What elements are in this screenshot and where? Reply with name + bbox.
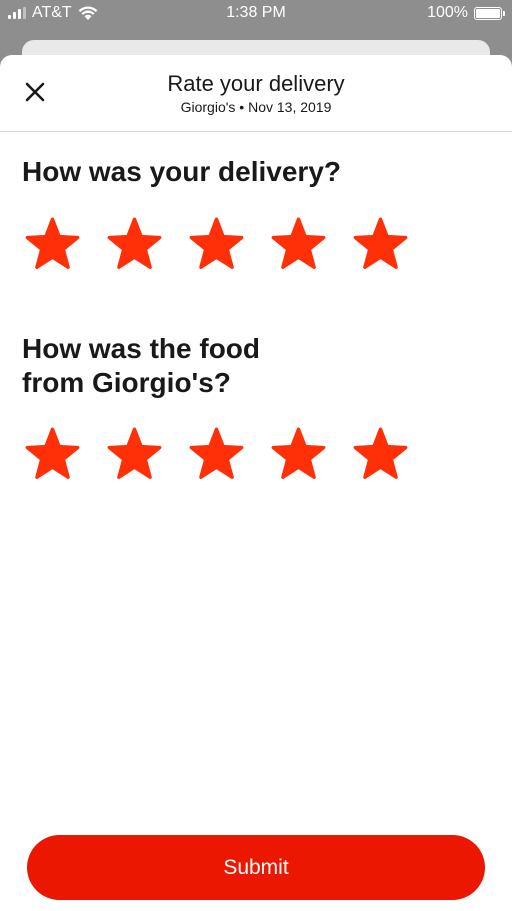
page-subtitle: Giorgio's • Nov 13, 2019 <box>180 99 332 115</box>
battery-percent: 100% <box>427 4 468 21</box>
star-icon[interactable] <box>106 217 163 269</box>
star-icon[interactable] <box>270 427 327 479</box>
delivery-question: How was your delivery? <box>22 156 341 187</box>
status-bar: AT&T 1:38 PM 100% <box>0 0 512 30</box>
food-question: How was the food from Giorgio's? <box>22 333 260 398</box>
rating-sheet: Rate your delivery Giorgio's • Nov 13, 2… <box>0 55 512 911</box>
battery-icon <box>474 6 505 20</box>
submit-button[interactable]: Submit <box>27 835 485 900</box>
star-icon[interactable] <box>352 217 409 269</box>
star-icon[interactable] <box>188 217 245 269</box>
star-icon[interactable] <box>352 427 409 479</box>
star-icon[interactable] <box>24 427 81 479</box>
star-icon[interactable] <box>188 427 245 479</box>
star-icon[interactable] <box>270 217 327 269</box>
star-icon[interactable] <box>106 427 163 479</box>
page-title: Rate your delivery <box>167 71 345 96</box>
star-icon[interactable] <box>24 217 81 269</box>
delivery-rating <box>24 217 409 269</box>
sheet-header: Rate your delivery Giorgio's • Nov 13, 2… <box>0 55 512 132</box>
food-rating <box>24 427 409 479</box>
